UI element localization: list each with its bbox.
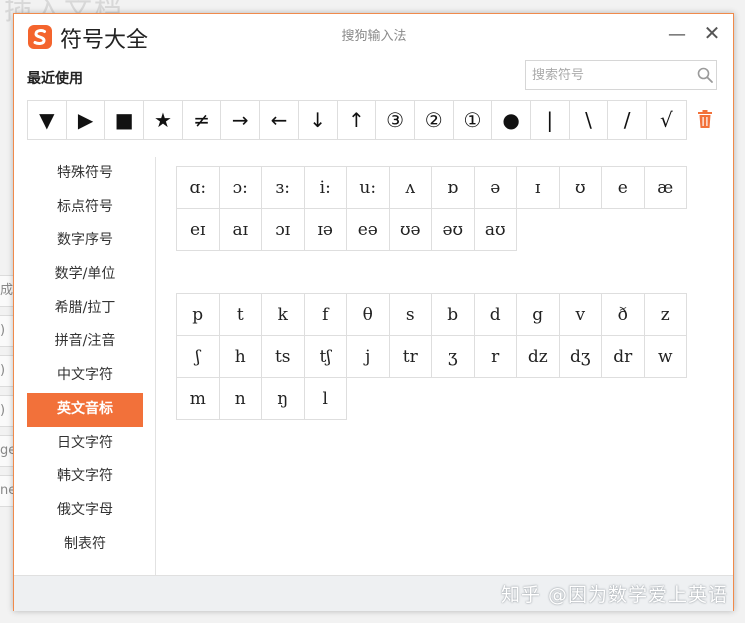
phonetic-symbol-cell[interactable]: ʃ [177, 336, 220, 378]
phonetic-symbol-cell[interactable]: θ [347, 294, 390, 336]
category-item[interactable]: 俄文字母 [27, 494, 143, 528]
phonetic-symbol-cell[interactable]: m [177, 378, 220, 420]
phonetic-symbol-cell[interactable]: ɑ: [177, 167, 220, 209]
minimize-button[interactable]: — [666, 24, 688, 46]
phonetic-symbol-cell[interactable]: tr [389, 336, 432, 378]
recent-symbol[interactable]: ■ [105, 101, 145, 139]
phonetic-symbol-cell[interactable]: æ [644, 167, 687, 209]
category-item[interactable]: 数字序号 [27, 224, 143, 258]
recent-label: 最近使用 [27, 71, 83, 87]
phonetic-symbol-cell[interactable]: eɪ [177, 209, 220, 251]
phonetic-symbol-cell[interactable]: d [474, 294, 517, 336]
phonetic-symbol-cell[interactable]: ɒ [432, 167, 475, 209]
category-item[interactable]: 制表符 [27, 528, 143, 562]
phonetic-symbol-cell[interactable]: eə [347, 209, 390, 251]
phonetic-symbol-cell[interactable]: aɪ [219, 209, 262, 251]
phonetic-symbol-cell[interactable]: ʒ [432, 336, 475, 378]
consonant-grid: p t k f θ s b d g v ð z ʃ h ts tʃ j tr ʒ r dz dʒ dr w m n ŋ l [176, 293, 687, 420]
recent-symbol[interactable]: ● [492, 101, 531, 139]
category-item[interactable]: 特殊符号 [27, 157, 143, 191]
category-item[interactable]: 英文音标 [27, 392, 143, 427]
recent-symbol[interactable]: √ [647, 101, 686, 139]
phonetic-symbol-cell[interactable]: k [262, 294, 305, 336]
recent-symbol[interactable]: ↑ [338, 101, 377, 139]
title-bar: 符号大全 搜狗输入法 — ✕ [14, 14, 733, 58]
divider [155, 157, 156, 575]
phonetic-symbol-cell[interactable]: ʌ [389, 167, 432, 209]
recent-symbol[interactable]: ▼ [28, 101, 67, 139]
recent-symbol[interactable]: → [221, 101, 261, 139]
recent-symbols-row: ▼ ▶ ■ ★ ≠ → ← ↓ ↑ ③ ② ① ● | \ / √ [27, 100, 687, 140]
phonetic-symbol-cell[interactable]: ɪə [304, 209, 347, 251]
vowel-grid: ɑ: ɔ: ɜ: i: u: ʌ ɒ ə ɪ ʊ e æ eɪ aɪ ɔɪ ɪə eə ʊə əʊ aʊ [176, 166, 687, 251]
recent-symbol[interactable]: ★ [144, 101, 183, 139]
category-item[interactable]: 标点符号 [27, 191, 143, 225]
recent-symbol[interactable]: ② [415, 101, 454, 139]
recent-symbol[interactable]: ↓ [299, 101, 338, 139]
recent-symbol[interactable]: ▶ [67, 101, 106, 139]
recent-symbol[interactable]: ③ [376, 101, 415, 139]
phonetic-symbol-cell[interactable]: f [304, 294, 347, 336]
phonetic-symbol-cell[interactable]: aʊ [474, 209, 517, 251]
phonetic-symbol-cell[interactable]: s [389, 294, 432, 336]
category-item[interactable]: 拼音/注音 [27, 325, 143, 359]
phonetic-symbol-cell[interactable]: j [347, 336, 390, 378]
category-list: 特殊符号 标点符号 数字序号 数学/单位 希腊/拉丁 拼音/注音 中文字符 英文音标 日文字符韩… [27, 157, 143, 561]
category-item[interactable]: 韩文字符 [27, 460, 143, 494]
phonetic-symbol-cell[interactable]: n [219, 378, 262, 420]
category-item[interactable]: 日文字符 [27, 427, 143, 461]
search-icon[interactable] [696, 66, 714, 84]
phonetic-symbol-cell[interactable]: ts [262, 336, 305, 378]
phonetic-symbol-cell[interactable]: v [559, 294, 602, 336]
phonetic-symbol-cell[interactable]: h [219, 336, 262, 378]
trash-icon[interactable] [697, 109, 713, 129]
phonetic-symbol-cell[interactable]: w [644, 336, 687, 378]
recent-symbol[interactable]: \ [570, 101, 609, 139]
phonetic-symbol-cell[interactable]: ŋ [262, 378, 305, 420]
symbol-window: 符号大全 搜狗输入法 — ✕ 最近使用 ▼▶■★≠→←↓↑③②①●|\/√ 特殊… [13, 13, 734, 611]
phonetic-symbol-cell[interactable]: i: [304, 167, 347, 209]
phonetic-symbol-cell[interactable]: ʊə [389, 209, 432, 251]
phonetic-symbol-cell[interactable]: ɜ: [262, 167, 305, 209]
phonetic-symbol-cell[interactable]: z [644, 294, 687, 336]
phonetic-symbol-cell[interactable]: ʊ [559, 167, 602, 209]
phonetic-symbol-cell[interactable]: tʃ [304, 336, 347, 378]
phonetic-symbol-cell[interactable]: ɔɪ [262, 209, 305, 251]
phonetic-symbol-cell[interactable]: dz [517, 336, 560, 378]
app-subtitle: 搜狗输入法 [341, 29, 407, 44]
recent-symbol[interactable]: | [531, 101, 570, 139]
recent-symbol[interactable]: ← [260, 101, 299, 139]
category-item[interactable]: 中文字符 [27, 359, 143, 393]
phonetic-symbol-cell[interactable]: p [177, 294, 220, 336]
watermark: 知乎 @因为数学爱上英语 [500, 584, 728, 606]
phonetic-symbol-cell[interactable]: t [219, 294, 262, 336]
recent-symbol[interactable]: ≠ [183, 101, 222, 139]
phonetic-symbol-cell[interactable]: b [432, 294, 475, 336]
window-title: 符号大全 [60, 28, 149, 53]
phonetic-symbol-cell[interactable]: dʒ [559, 336, 602, 378]
category-item[interactable]: 数学/单位 [27, 258, 143, 292]
phonetic-symbol-cell[interactable]: dr [602, 336, 645, 378]
footer-bar: 知乎 @因为数学爱上英语 [14, 575, 733, 611]
phonetic-symbol-cell[interactable]: ɪ [517, 167, 560, 209]
sogou-logo-icon [28, 25, 52, 49]
recent-symbol[interactable]: / [608, 101, 647, 139]
recent-symbol[interactable]: ① [454, 101, 493, 139]
phonetic-symbol-cell[interactable]: r [474, 336, 517, 378]
search-input[interactable] [532, 66, 682, 84]
phonetic-symbol-cell[interactable]: l [304, 378, 347, 420]
phonetic-symbol-cell[interactable]: ɔ: [219, 167, 262, 209]
phonetic-symbol-cell[interactable]: g [517, 294, 560, 336]
phonetic-symbol-cell[interactable]: ə [474, 167, 517, 209]
category-item[interactable]: 希腊/拉丁 [27, 292, 143, 326]
phonetic-symbol-cell[interactable]: əʊ [432, 209, 475, 251]
close-button[interactable]: ✕ [701, 22, 723, 44]
phonetic-symbol-cell[interactable]: ð [602, 294, 645, 336]
search-box[interactable] [525, 60, 717, 90]
phonetic-symbol-cell[interactable]: e [602, 167, 645, 209]
phonetic-symbol-cell[interactable]: u: [347, 167, 390, 209]
